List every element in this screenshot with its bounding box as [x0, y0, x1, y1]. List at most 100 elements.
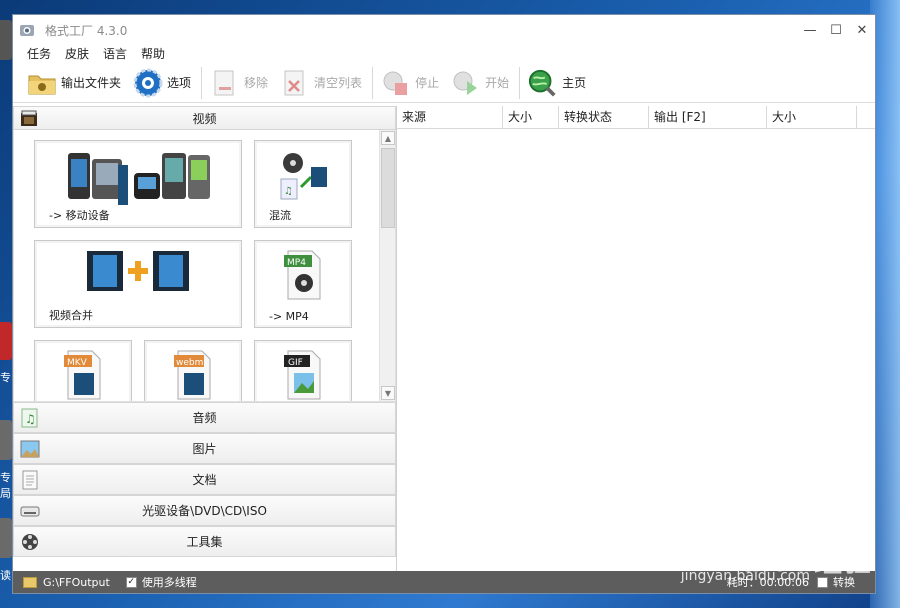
multithread-label: 使用多线程: [141, 576, 197, 589]
clear-list-button[interactable]: 清空列表: [280, 68, 362, 98]
scroll-up-arrow-icon[interactable]: ▲: [381, 131, 395, 145]
category-audio[interactable]: ♫ 音频: [13, 402, 396, 433]
folder-icon: [27, 68, 57, 98]
multithread-checkbox[interactable]: ✓: [125, 576, 137, 588]
mp4-badge-text: MP4: [287, 258, 306, 268]
category-document[interactable]: 文档: [13, 464, 396, 495]
category-optical-label: 光驱设备\DVD\CD\ISO: [142, 504, 267, 518]
tile-mobile-device[interactable]: -> 移动设备: [34, 140, 242, 228]
home-label: 主页: [562, 76, 587, 90]
video-tiles-scrollbar[interactable]: ▲ ▼: [379, 130, 395, 401]
output-folder-label: 输出文件夹: [61, 76, 122, 90]
start-icon: [451, 68, 481, 98]
mkv-file-icon: MKV: [35, 347, 131, 401]
category-optical[interactable]: 光驱设备\DVD\CD\ISO: [13, 495, 396, 526]
remove-label: 移除: [244, 76, 269, 90]
output-path[interactable]: G:\FFOutput: [43, 576, 110, 589]
music-note-icon: ♫: [21, 408, 38, 428]
app-window: 格式工厂 4.3.0 — ☐ ✕ 任务 皮肤 语言 帮助 输出文件夹 选项 移除…: [12, 14, 876, 594]
film-icon: [21, 110, 37, 126]
options-button[interactable]: 选项: [133, 68, 191, 98]
svg-text:♫: ♫: [284, 186, 293, 197]
category-panel: 视频 -> 移动设备 ♫ 混流 视频合并 MP4 -> MP4 MKV webm…: [13, 106, 397, 571]
start-button[interactable]: 开始: [451, 68, 509, 98]
scroll-thumb[interactable]: [381, 148, 395, 228]
home-button[interactable]: 主页: [528, 68, 586, 98]
app-icon: [20, 25, 34, 36]
start-label: 开始: [485, 76, 510, 90]
tile-mux-label: 混流: [269, 209, 291, 222]
tile-mkv[interactable]: MKV: [34, 340, 132, 401]
category-video-label: 视频: [192, 111, 217, 126]
column-output[interactable]: 输出 [F2]: [649, 106, 767, 128]
folder-icon[interactable]: [23, 576, 37, 588]
film-reel-icon: [22, 534, 38, 550]
remove-button[interactable]: 移除: [210, 68, 268, 98]
category-list: ♫ 音频 图片 文档 光驱设备\DVD\CD\ISO 工具集: [13, 402, 396, 557]
gif-badge-text: GIF: [288, 358, 303, 368]
tile-mobile-device-label: -> 移动设备: [49, 209, 110, 222]
menu-language[interactable]: 语言: [103, 45, 127, 63]
webm-file-icon: webm: [145, 347, 241, 401]
tile-video-join[interactable]: 视频合并: [34, 240, 242, 328]
svg-text:♫: ♫: [25, 412, 36, 426]
toolbar-separator: [519, 66, 521, 99]
desktop-icon[interactable]: [0, 20, 12, 60]
mux-icon: ♫: [255, 147, 351, 203]
clear-icon: [280, 68, 310, 98]
category-tools[interactable]: 工具集: [13, 526, 396, 557]
column-size[interactable]: 大小: [503, 106, 559, 128]
clear-list-label: 清空列表: [314, 76, 363, 90]
maximize-button[interactable]: ☐: [823, 15, 849, 45]
category-image[interactable]: 图片: [13, 433, 396, 464]
category-document-label: 文档: [192, 473, 217, 487]
category-video[interactable]: 视频: [13, 106, 396, 130]
tile-gif[interactable]: GIF: [254, 340, 352, 401]
gif-file-icon: GIF: [255, 347, 351, 401]
baidu-watermark-url: jingyan.baidu.com: [680, 568, 810, 584]
options-label: 选项: [167, 76, 192, 90]
output-folder-button[interactable]: 输出文件夹: [27, 68, 121, 98]
desktop-icon[interactable]: [0, 322, 12, 360]
optical-drive-icon: [20, 506, 40, 517]
category-audio-label: 音频: [192, 411, 217, 425]
tile-mux[interactable]: ♫ 混流: [254, 140, 352, 228]
remove-icon: [210, 68, 240, 98]
globe-search-icon: [528, 68, 558, 98]
picture-icon: [20, 440, 40, 458]
task-list-panel: 来源 大小 转换状态 输出 [F2] 大小: [397, 106, 875, 571]
menu-help[interactable]: 帮助: [141, 45, 165, 63]
tile-to-mp4-label: -> MP4: [269, 310, 309, 323]
column-status[interactable]: 转换状态: [559, 106, 649, 128]
desktop-icon[interactable]: [0, 420, 12, 460]
tile-to-mp4[interactable]: MP4 -> MP4: [254, 240, 352, 328]
category-image-label: 图片: [192, 442, 217, 456]
video-join-icon: [35, 247, 241, 297]
scroll-down-arrow-icon[interactable]: ▼: [381, 386, 395, 400]
menu-bar: 任务 皮肤 语言 帮助: [13, 45, 875, 63]
mkv-badge-text: MKV: [67, 358, 88, 368]
menu-skin[interactable]: 皮肤: [65, 45, 89, 63]
desktop-icon[interactable]: [0, 518, 12, 558]
window-title: 格式工厂 4.3.0: [45, 23, 128, 38]
mp4-file-icon: MP4: [255, 247, 351, 303]
title-bar[interactable]: 格式工厂 4.3.0 — ☐ ✕: [13, 15, 875, 45]
main-area: 视频 -> 移动设备 ♫ 混流 视频合并 MP4 -> MP4 MKV webm…: [13, 106, 875, 571]
tile-webm[interactable]: webm: [144, 340, 242, 401]
stop-label: 停止: [415, 76, 440, 90]
column-output-size[interactable]: 大小: [767, 106, 857, 128]
minimize-button[interactable]: —: [797, 15, 823, 45]
menu-tasks[interactable]: 任务: [27, 45, 51, 63]
toolbar: 输出文件夹 选项 移除 清空列表 停止 开始 主页: [13, 63, 875, 103]
stop-button[interactable]: 停止: [381, 68, 439, 98]
toolbar-separator: [372, 66, 374, 99]
category-tools-label: 工具集: [186, 535, 223, 549]
task-table-header: 来源 大小 转换状态 输出 [F2] 大小: [397, 106, 875, 129]
close-button[interactable]: ✕: [849, 15, 875, 45]
gear-icon: [133, 68, 163, 98]
toolbar-separator: [201, 66, 203, 99]
mobile-devices-icon: [35, 147, 241, 207]
column-source[interactable]: 来源: [397, 106, 503, 128]
stop-icon: [381, 68, 411, 98]
tile-video-join-label: 视频合并: [49, 309, 93, 322]
